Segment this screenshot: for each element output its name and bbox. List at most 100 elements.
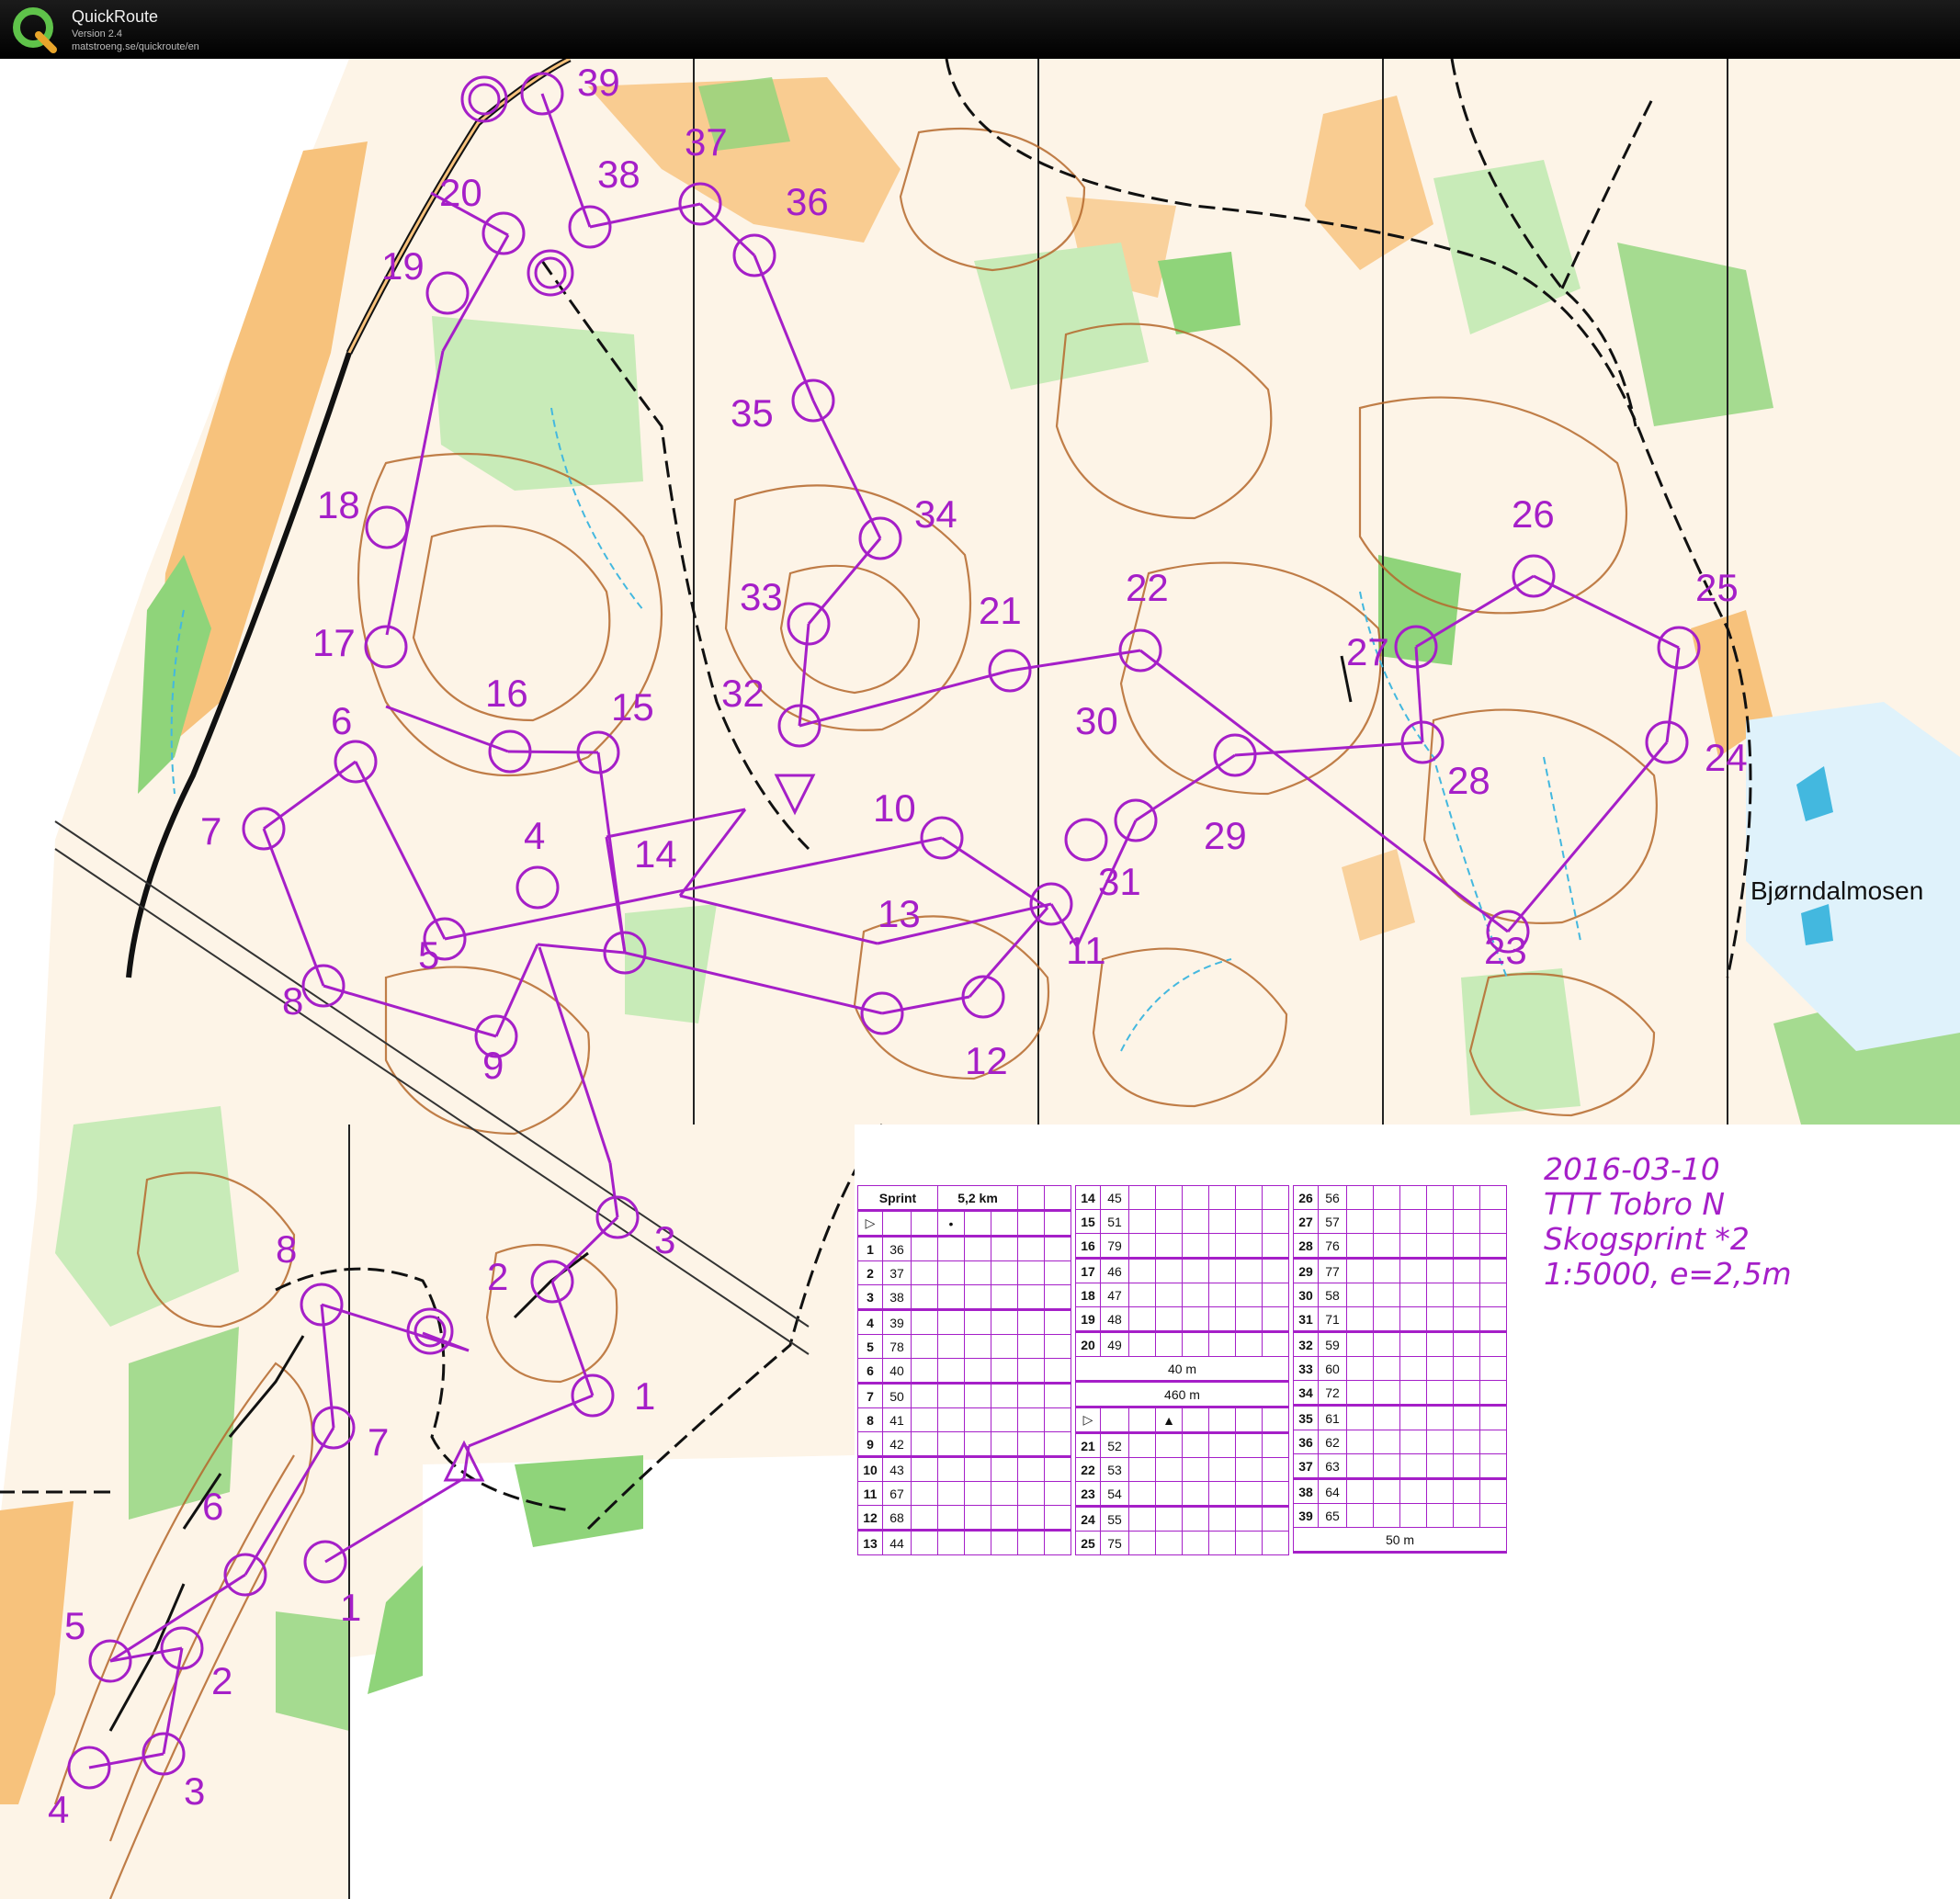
control-number: 4 (524, 814, 545, 857)
control-number: 34 (914, 492, 957, 536)
control-number: 5 (418, 933, 439, 977)
tape-row: 50 m (1293, 1527, 1507, 1554)
control-number: 6 (331, 699, 352, 742)
description-row: 9 42 (857, 1431, 1071, 1458)
description-row: 34 72 (1293, 1380, 1507, 1407)
control-number: 3 (184, 1769, 205, 1813)
map-canvas[interactable]: 3938373635343332212223242526272829303111… (0, 59, 1960, 1899)
control-number: 14 (634, 832, 677, 876)
description-row: 15 51 (1075, 1209, 1289, 1234)
description-row: 31 71 (1293, 1306, 1507, 1333)
event-info-line: TTT Tobro N (1544, 1186, 1725, 1222)
control-number: 8 (276, 1227, 297, 1271)
control-number: 38 (597, 153, 640, 196)
control-number: 11 (1066, 929, 1106, 972)
tape-row: 460 m (1075, 1381, 1289, 1408)
control-number: 35 (731, 391, 774, 435)
start-triangle-icon: ▷ (857, 1210, 883, 1238)
quickroute-logo-icon (13, 7, 57, 53)
control-number: 23 (1484, 929, 1527, 972)
description-row: 23 54 (1075, 1481, 1289, 1508)
event-info-line: 1:5000, e=2,5m (1544, 1256, 1792, 1292)
description-row: 26 56 (1293, 1185, 1507, 1210)
control-number: 39 (577, 61, 620, 104)
tape-row: 40 m (1075, 1356, 1289, 1383)
description-row: 22 53 (1075, 1457, 1289, 1482)
control-number: 7 (200, 809, 221, 853)
description-row: 21 52 (1075, 1432, 1289, 1458)
control-number: 19 (381, 244, 425, 288)
control-number: 5 (64, 1604, 85, 1647)
description-row: 32 59 (1293, 1331, 1507, 1357)
description-table: 26 56 27 57 28 76 29 77 30 58 31 71 32 59 33 60 34 72 35 61… (1293, 1185, 1507, 1554)
description-row: 13 44 (857, 1530, 1071, 1555)
description-row: 33 60 (1293, 1356, 1507, 1381)
description-row: 7 50 (857, 1383, 1071, 1408)
description-row: 19 48 (1075, 1306, 1289, 1333)
control-number: 24 (1705, 736, 1748, 779)
control-number: 16 (485, 672, 528, 715)
control-number: 25 (1695, 566, 1739, 609)
control-number: 12 (965, 1039, 1008, 1082)
app-url: matstroeng.se/quickroute/en (72, 41, 199, 52)
description-table: 14 45 15 51 16 79 17 46 18 47 19 48 20 49 40 m 460 m ▷ ▲ 2… (1075, 1185, 1289, 1555)
description-row: 1 36 (857, 1236, 1071, 1261)
app-version: Version 2.4 (72, 28, 123, 40)
control-number: 18 (317, 483, 360, 526)
control-number: 1 (340, 1586, 361, 1629)
control-descriptions: Sprint 5,2 km ▷ • 1 36 2 37 3 38 4 39 5 78 6 40 7 50 8 4… (857, 1185, 1510, 1558)
control-number: 4 (48, 1788, 69, 1831)
control-number: 17 (312, 621, 356, 664)
control-number: 30 (1075, 699, 1118, 742)
description-row: 27 57 (1293, 1209, 1507, 1234)
event-info-line: 2016-03-10 (1544, 1151, 1720, 1187)
description-row: 20 49 (1075, 1331, 1289, 1357)
description-row: 30 58 (1293, 1283, 1507, 1307)
description-row: 10 43 (857, 1456, 1071, 1482)
description-row: 17 46 (1075, 1258, 1289, 1283)
description-row: 12 68 (857, 1505, 1071, 1532)
course-name: Sprint (857, 1185, 938, 1212)
control-number: 26 (1512, 492, 1555, 536)
description-row: 8 41 (857, 1407, 1071, 1432)
description-row: 4 39 (857, 1309, 1071, 1335)
app-name: QuickRoute (72, 7, 159, 26)
control-number: 10 (873, 786, 916, 830)
control-number: 28 (1447, 759, 1490, 802)
control-number: 8 (282, 979, 303, 1023)
control-number: 37 (685, 120, 728, 164)
description-row: 37 63 (1293, 1453, 1507, 1480)
description-table: Sprint 5,2 km ▷ • 1 36 2 37 3 38 4 39 5 78 6 40 7 50 8 4… (857, 1185, 1071, 1555)
control-number: 6 (202, 1485, 223, 1528)
description-row: 25 75 (1075, 1531, 1289, 1555)
control-number: 13 (878, 892, 921, 935)
start-row: ▷ ▲ (1075, 1407, 1289, 1434)
description-row: 36 62 (1293, 1430, 1507, 1454)
control-number: 2 (487, 1255, 508, 1298)
description-row: 38 64 (1293, 1478, 1507, 1504)
control-number: 22 (1126, 566, 1169, 609)
description-row: 28 76 (1293, 1233, 1507, 1260)
control-number: 7 (368, 1420, 389, 1464)
control-number: 36 (786, 180, 829, 223)
course-length: 5,2 km (937, 1185, 1018, 1212)
control-number: 21 (979, 589, 1022, 632)
description-row: 16 79 (1075, 1233, 1289, 1260)
control-number: 32 (721, 672, 765, 715)
title-bar: QuickRoute Version 2.4 matstroeng.se/qui… (0, 0, 1960, 59)
description-row: 29 77 (1293, 1258, 1507, 1283)
control-number: 9 (482, 1044, 504, 1087)
control-number: 3 (654, 1218, 675, 1261)
control-number: 2 (211, 1659, 232, 1702)
place-name-label: Bjørndalmosen (1750, 876, 1923, 905)
control-number: 31 (1098, 860, 1141, 903)
description-row: 24 55 (1075, 1506, 1289, 1532)
event-info-line: Skogsprint *2 (1544, 1221, 1750, 1257)
description-row: 3 38 (857, 1284, 1071, 1311)
description-row: 39 65 (1293, 1503, 1507, 1528)
description-row: 35 61 (1293, 1405, 1507, 1430)
control-number: 15 (611, 685, 654, 729)
orienteering-map[interactable]: 39 38 37 36 35 34 33 32 21 22 23 24 25 26 27 28 29 30 31 11… (0, 59, 1960, 1899)
control-number: 29 (1204, 814, 1247, 857)
description-row: 11 67 (857, 1481, 1071, 1506)
